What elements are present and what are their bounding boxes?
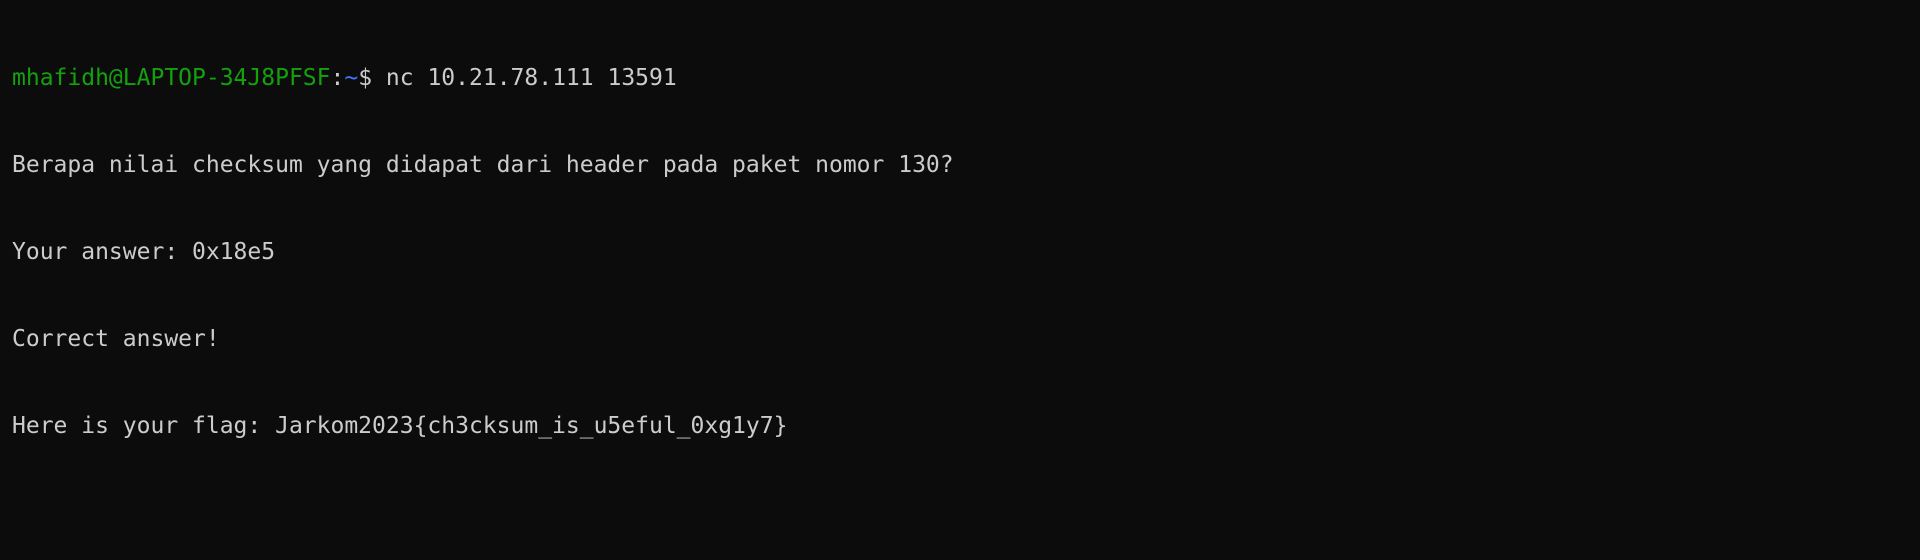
- output-line-result: Correct answer!: [12, 326, 220, 352]
- output-line-answer: Your answer: 0x18e5: [12, 239, 276, 265]
- prompt-colon: :: [330, 65, 345, 91]
- output-line-question: Berapa nilai checksum yang didapat dari …: [12, 152, 954, 178]
- prompt-line: mhafidh@LAPTOP-34J8PFSF:~$ nc 10.21.78.1…: [12, 64, 1908, 93]
- prompt-user-host: mhafidh@LAPTOP-34J8PFSF: [12, 65, 331, 91]
- prompt-path: ~: [344, 65, 359, 91]
- prompt-symbol: $: [358, 65, 386, 91]
- command-text: nc 10.21.78.111 13591: [385, 65, 677, 91]
- output-line-flag: Here is your flag: Jarkom2023{ch3cksum_i…: [12, 413, 788, 439]
- terminal-window[interactable]: mhafidh@LAPTOP-34J8PFSF:~$ nc 10.21.78.1…: [0, 0, 1920, 560]
